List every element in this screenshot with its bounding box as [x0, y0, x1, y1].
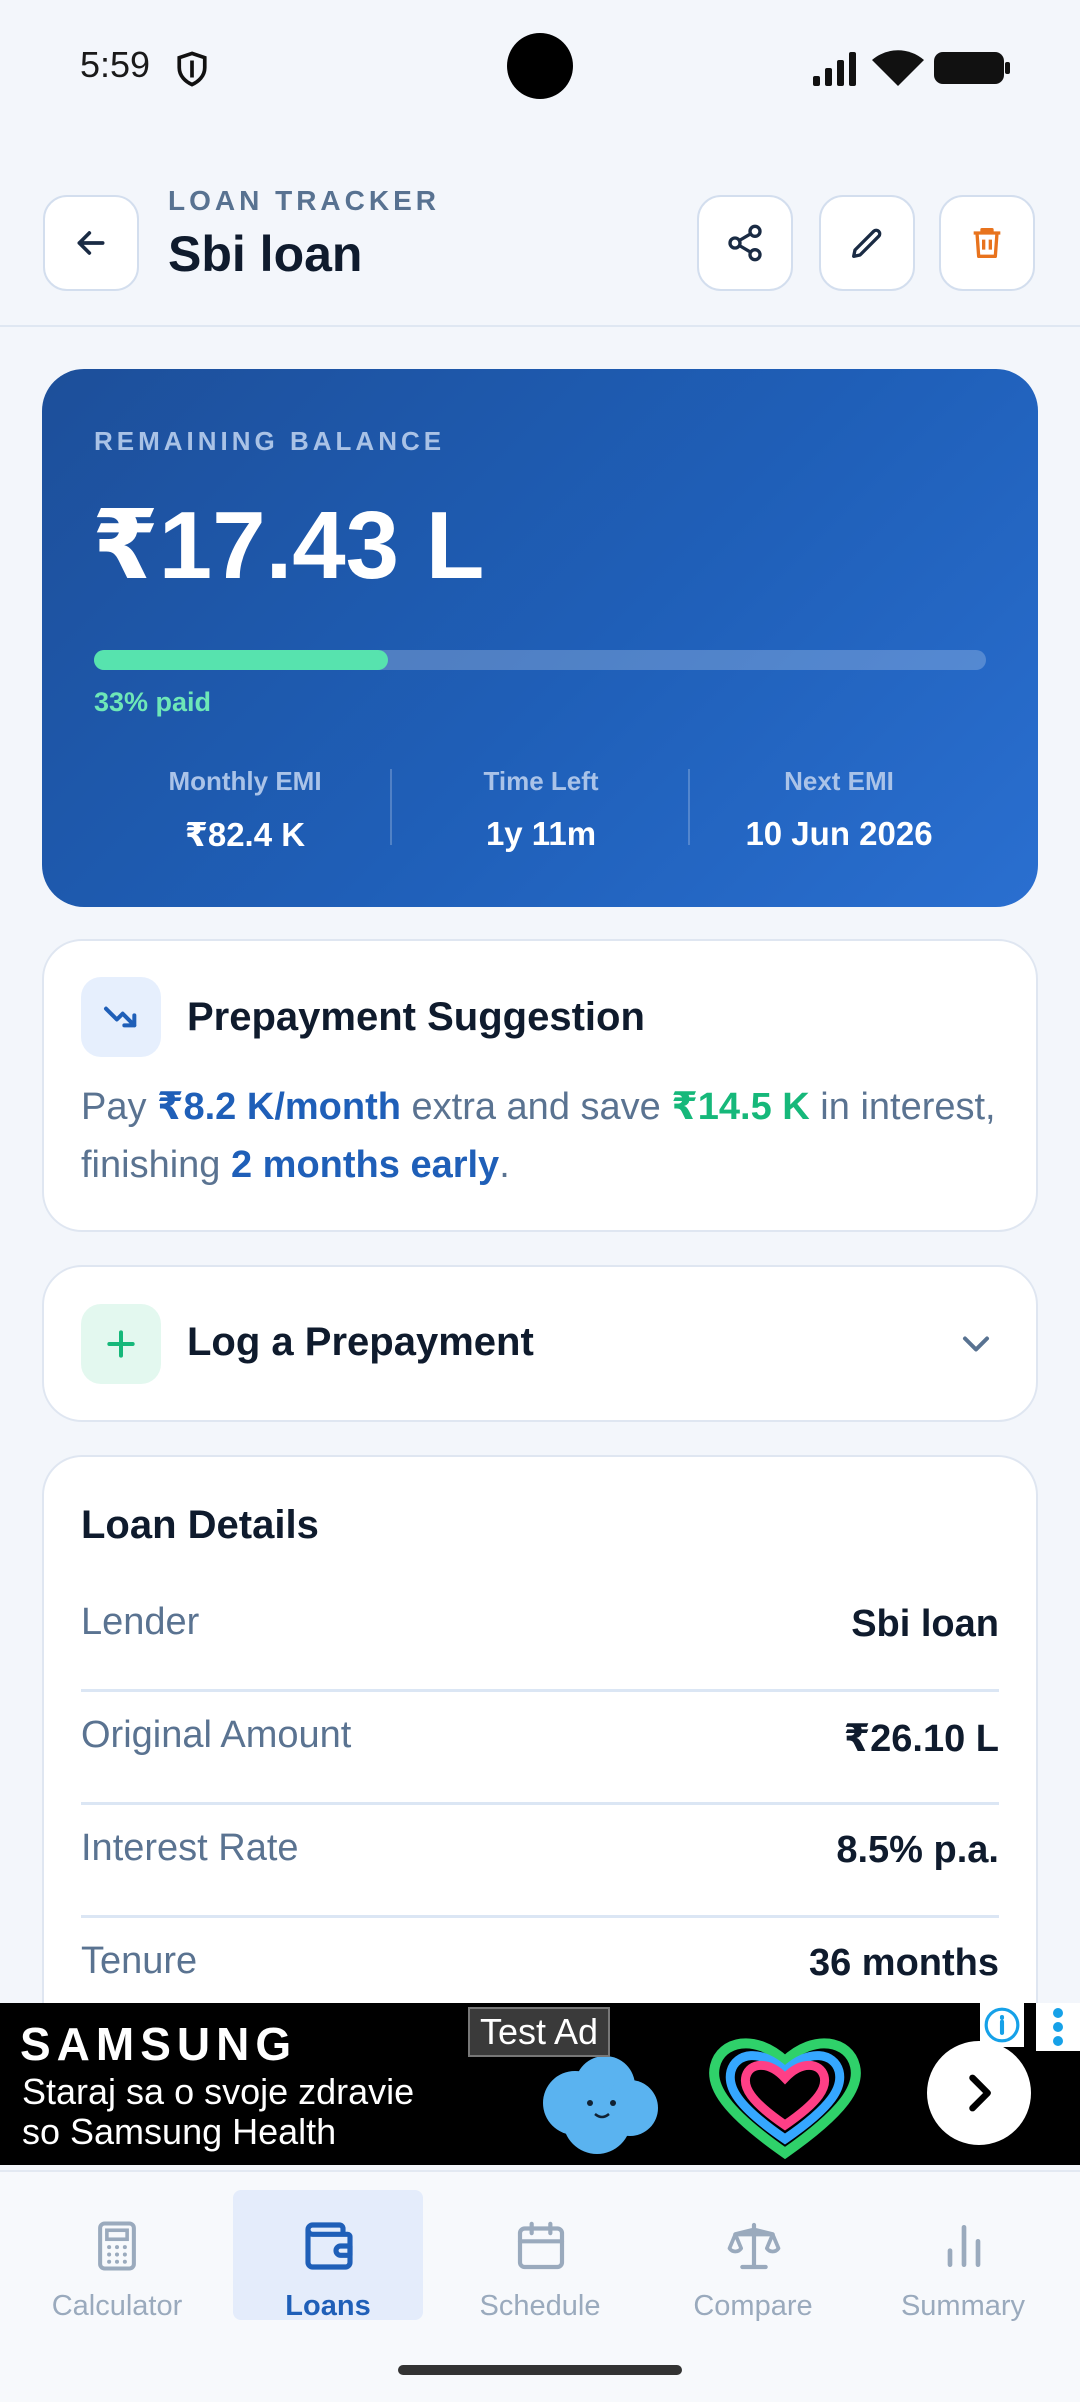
suggestion-title: Prepayment Suggestion [187, 995, 645, 1039]
ad-text: so Samsung Health [22, 2111, 337, 2152]
status-bar: 5:59 [0, 0, 1080, 135]
balance-label: REMAINING BALANCE [94, 426, 446, 456]
delete-button[interactable] [939, 195, 1035, 291]
cloud-mascot-icon [543, 2056, 658, 2154]
nav-item-compare[interactable]: Compare [658, 2190, 848, 2322]
nav-item-calculator[interactable]: Calculator [22, 2190, 212, 2322]
detail-key: Lender [81, 1601, 200, 1643]
detail-row-interest-rate: Interest Rate 8.5% p.a. [81, 1803, 999, 1918]
share-icon [728, 224, 762, 262]
stat-monthly-emi: Monthly EMI ₹82.4 K [96, 766, 394, 854]
suggestion-text-part: extra and save [400, 1086, 672, 1128]
calendar-icon [517, 2221, 565, 2270]
stat-next-emi: Next EMI 10 Jun 2026 [690, 766, 988, 853]
arrow-left-icon [77, 231, 105, 255]
stat-value: 1y 11m [485, 815, 597, 852]
detail-key: Original Amount [81, 1714, 352, 1756]
suggestion-text: Pay ₹8.2 K/month extra and save ₹14.5 K … [81, 1078, 1001, 1194]
battery-icon [934, 52, 1010, 84]
trash-icon [973, 228, 1001, 258]
page-subtitle: LOAN TRACKER [168, 185, 440, 216]
trending-down-icon [81, 977, 161, 1057]
shield-icon [177, 51, 207, 87]
stat-label: Monthly EMI [168, 766, 322, 796]
ad-text: Staraj sa o svoje zdravie [22, 2071, 415, 2112]
edit-button[interactable] [819, 195, 915, 291]
paid-percent: 33% paid [94, 687, 212, 717]
nav-label: Loans [285, 2290, 371, 2322]
balance-amount: ₹17.43 L [92, 492, 485, 599]
nav-label: Summary [900, 2290, 1026, 2322]
share-button[interactable] [697, 195, 793, 291]
suggestion-text-part: Pay [81, 1086, 158, 1128]
ad-menu-button[interactable] [1036, 2003, 1080, 2051]
detail-key: Interest Rate [81, 1827, 299, 1869]
nav-label: Compare [693, 2290, 813, 2322]
stat-value: ₹82.4 K [184, 816, 306, 853]
wifi-icon [872, 50, 924, 86]
suggestion-text-part: . [499, 1144, 510, 1186]
info-icon [984, 2007, 1020, 2043]
stat-label: Next EMI [784, 766, 894, 796]
ad-info-button[interactable] [980, 2003, 1024, 2047]
months-early: 2 months early [230, 1144, 500, 1186]
detail-row-original-amount: Original Amount ₹26.10 L [81, 1690, 999, 1805]
loan-details-title: Loan Details [81, 1503, 319, 1547]
ad-label: Test Ad [468, 2007, 611, 2057]
calculator-icon [98, 2221, 136, 2271]
log-prepayment-toggle[interactable]: Log a Prepayment [42, 1265, 1038, 1422]
loan-details-card: Loan Details Lender Sbi loan Original Am… [42, 1455, 1038, 2055]
prepayment-suggestion-card: Prepayment Suggestion Pay ₹8.2 K/month e… [42, 939, 1038, 1232]
detail-value: ₹26.10 L [843, 1718, 999, 1760]
bar-chart-icon [947, 2225, 981, 2267]
page-title: Sbi loan [168, 226, 363, 282]
plus-icon [81, 1304, 161, 1384]
ad-brand: SAMSUNG [20, 2018, 298, 2070]
nav-label: Calculator [51, 2290, 183, 2322]
progress-fill [94, 650, 389, 670]
ad-banner[interactable]: SAMSUNG Staraj sa o svoje zdravie so Sam… [0, 2003, 1080, 2165]
nav-label: Schedule [479, 2290, 601, 2322]
wallet-icon [305, 2222, 353, 2270]
more-vertical-icon [1053, 2008, 1063, 2046]
status-time: 5:59 [80, 44, 151, 85]
nav-item-schedule[interactable]: Schedule [445, 2190, 635, 2322]
nav-item-loans[interactable]: Loans [233, 2190, 423, 2322]
suggested-amount: ₹8.2 K/month [157, 1086, 401, 1128]
scale-icon [727, 2222, 781, 2270]
stat-value: 10 Jun 2026 [745, 815, 933, 852]
detail-value: 36 months [808, 1942, 999, 1984]
pencil-icon [852, 228, 882, 258]
detail-key: Tenure [81, 1940, 198, 1982]
log-prepayment-title: Log a Prepayment [187, 1320, 534, 1364]
app-header: LOAN TRACKER Sbi loan [0, 135, 1080, 327]
progress-track [94, 650, 986, 670]
interest-saving: ₹14.5 K [671, 1086, 810, 1128]
chevron-down-icon [962, 1336, 990, 1352]
balance-card: REMAINING BALANCE ₹17.43 L 33% paid Mont… [42, 369, 1038, 907]
ad-cta-button[interactable] [927, 2041, 1031, 2145]
stat-time-left: Time Left 1y 11m [392, 766, 690, 853]
detail-value: Sbi loan [851, 1603, 999, 1645]
signal-icon [813, 52, 856, 86]
camera-cutout [507, 33, 573, 99]
heart-icon [709, 2038, 861, 2160]
stat-label: Time Left [483, 766, 599, 796]
home-indicator[interactable] [398, 2365, 682, 2375]
back-button[interactable] [43, 195, 139, 291]
detail-row-lender: Lender Sbi loan [81, 1577, 999, 1692]
detail-value: 8.5% p.a. [836, 1829, 999, 1871]
chevron-right-icon [969, 2074, 991, 2112]
nav-item-summary[interactable]: Summary [868, 2190, 1058, 2322]
